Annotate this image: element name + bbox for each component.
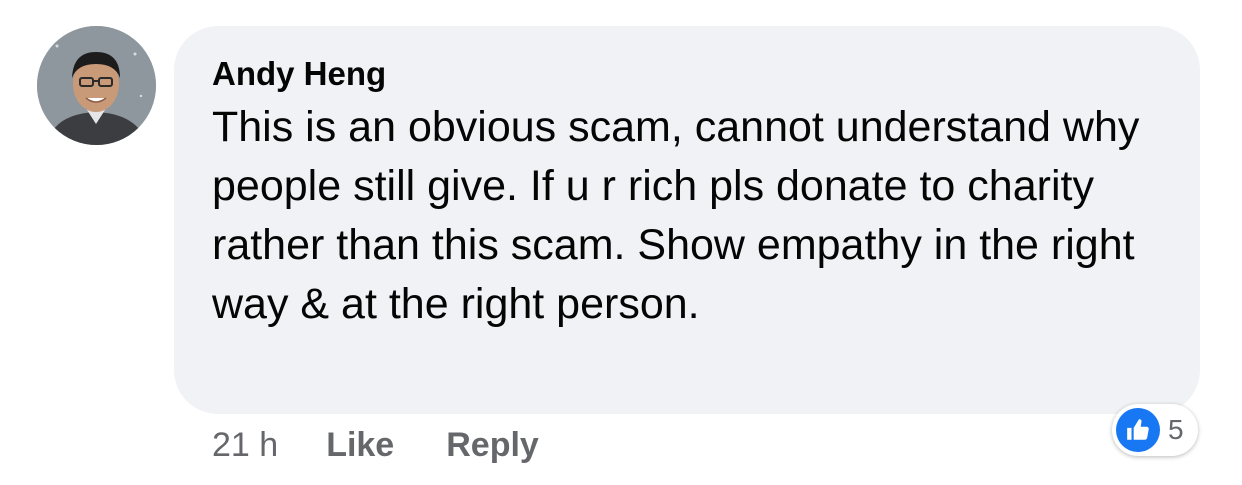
profile-photo-icon bbox=[37, 26, 156, 145]
thumbs-up-icon bbox=[1116, 408, 1160, 452]
comment: Andy Heng This is an obvious scam, canno… bbox=[0, 0, 1242, 485]
comment-text: This is an obvious scam, cannot understa… bbox=[212, 103, 1140, 328]
comment-bubble: Andy Heng This is an obvious scam, canno… bbox=[174, 26, 1200, 414]
comment-actions: 21 h Like Reply bbox=[212, 425, 591, 465]
comment-author[interactable]: Andy Heng bbox=[212, 54, 1170, 94]
comment-timestamp[interactable]: 21 h bbox=[212, 425, 278, 465]
reaction-count: 5 bbox=[1168, 414, 1184, 445]
reaction-summary[interactable]: 5 bbox=[1112, 404, 1198, 456]
like-button[interactable]: Like bbox=[326, 425, 394, 465]
avatar[interactable] bbox=[37, 26, 156, 145]
reply-button[interactable]: Reply bbox=[446, 425, 539, 465]
